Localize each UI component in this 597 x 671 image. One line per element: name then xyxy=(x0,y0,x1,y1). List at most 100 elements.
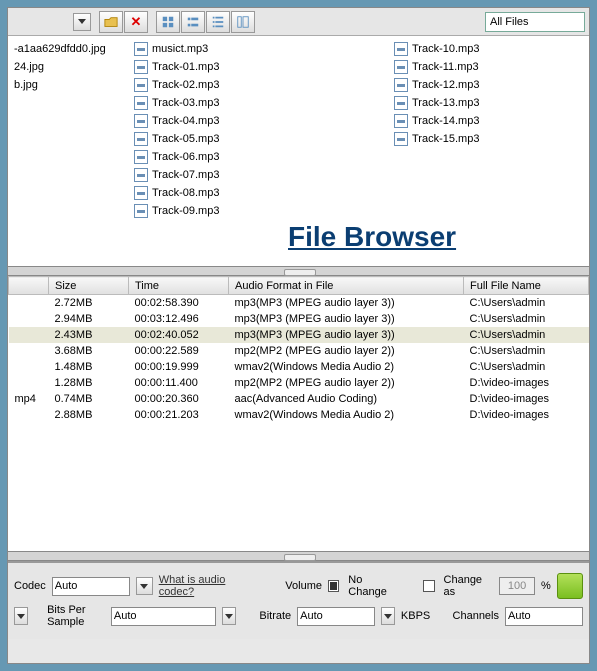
file-name: Track-10.mp3 xyxy=(412,43,479,55)
file-item[interactable]: Track-12.mp3 xyxy=(390,76,587,94)
file-item[interactable]: 24.jpg xyxy=(10,58,126,76)
file-item[interactable]: Track-08.mp3 xyxy=(130,184,386,202)
audio-file-icon xyxy=(134,132,148,146)
bitrate-dropdown-icon[interactable] xyxy=(381,607,395,625)
file-browser-pane: -a1aa629dfdd0.jpg24.jpgb.jpg musict.mp3T… xyxy=(8,36,589,266)
file-name: Track-06.mp3 xyxy=(152,151,219,163)
col-size[interactable]: Size xyxy=(49,277,129,295)
audio-file-icon xyxy=(134,96,148,110)
audio-file-icon xyxy=(394,78,408,92)
audio-file-icon xyxy=(134,168,148,182)
bps-select[interactable] xyxy=(111,607,216,626)
bps-dropdown-icon[interactable] xyxy=(222,607,236,625)
view-list-button[interactable] xyxy=(181,11,205,33)
file-item[interactable]: b.jpg xyxy=(10,76,126,94)
file-name: Track-13.mp3 xyxy=(412,97,479,109)
view-large-icons-button[interactable] xyxy=(156,11,180,33)
table-row[interactable]: 1.28MB00:00:11.400mp2(MP2 (MPEG audio la… xyxy=(9,375,589,391)
file-name: Track-09.mp3 xyxy=(152,205,219,217)
table-row[interactable]: 1.48MB00:00:19.999wmav2(Windows Media Au… xyxy=(9,359,589,375)
file-item[interactable]: Track-06.mp3 xyxy=(130,148,386,166)
col-time[interactable]: Time xyxy=(129,277,229,295)
file-item[interactable]: Track-03.mp3 xyxy=(130,94,386,112)
col-ext[interactable] xyxy=(9,277,49,295)
percent-symbol: % xyxy=(541,580,551,592)
channels-select[interactable] xyxy=(505,607,583,626)
nochange-radio[interactable] xyxy=(328,580,339,592)
file-item[interactable]: Track-13.mp3 xyxy=(390,94,587,112)
file-list-pane: Size Time Audio Format in File Full File… xyxy=(8,276,589,551)
audio-file-icon xyxy=(394,60,408,74)
changeas-label: Change as xyxy=(444,574,494,598)
file-name: Track-03.mp3 xyxy=(152,97,219,109)
file-name: Track-05.mp3 xyxy=(152,133,219,145)
splitter-handle[interactable] xyxy=(8,266,589,276)
codec-select[interactable] xyxy=(52,577,130,596)
bitrate-label: Bitrate xyxy=(259,610,291,622)
file-browser-label: File Browser xyxy=(288,221,456,253)
file-item[interactable]: Track-15.mp3 xyxy=(390,130,587,148)
file-name: Track-02.mp3 xyxy=(152,79,219,91)
audio-file-icon xyxy=(134,186,148,200)
file-item[interactable]: Track-02.mp3 xyxy=(130,76,386,94)
channels-label: Channels xyxy=(453,610,499,622)
audio-file-icon xyxy=(394,114,408,128)
row2-dropdown-icon[interactable] xyxy=(14,607,28,625)
toolbar: ✕ xyxy=(8,8,589,36)
file-name: 24.jpg xyxy=(14,61,44,73)
bitrate-select[interactable] xyxy=(297,607,375,626)
file-item[interactable]: Track-11.mp3 xyxy=(390,58,587,76)
file-item[interactable]: musict.mp3 xyxy=(130,40,386,58)
volume-percent-input[interactable] xyxy=(499,577,535,595)
file-item[interactable]: Track-14.mp3 xyxy=(390,112,587,130)
file-name: Track-11.mp3 xyxy=(412,61,479,73)
col-fullname[interactable]: Full File Name xyxy=(464,277,589,295)
audio-file-icon xyxy=(394,96,408,110)
file-name: Track-12.mp3 xyxy=(412,79,479,91)
audio-file-icon xyxy=(394,132,408,146)
table-row[interactable]: 2.43MB00:02:40.052mp3(MP3 (MPEG audio la… xyxy=(9,327,589,343)
convert-button[interactable] xyxy=(557,573,583,599)
file-name: Track-15.mp3 xyxy=(412,133,479,145)
file-name: Track-04.mp3 xyxy=(152,115,219,127)
file-name: b.jpg xyxy=(14,79,38,91)
table-row[interactable]: 2.94MB00:03:12.496mp3(MP3 (MPEG audio la… xyxy=(9,311,589,327)
file-name: Track-07.mp3 xyxy=(152,169,219,181)
audio-file-icon xyxy=(134,204,148,218)
controls-panel: Codec What is audio codec? Volume No Cha… xyxy=(8,561,589,639)
bps-label: Bits Per Sample xyxy=(47,604,105,628)
file-item[interactable]: Track-04.mp3 xyxy=(130,112,386,130)
table-row[interactable]: 3.68MB00:00:22.589mp2(MP2 (MPEG audio la… xyxy=(9,343,589,359)
file-item[interactable]: -a1aa629dfdd0.jpg xyxy=(10,40,126,58)
folder-up-button[interactable] xyxy=(99,11,123,33)
table-row[interactable]: 2.88MB00:00:21.203wmav2(Windows Media Au… xyxy=(9,407,589,423)
table-row[interactable]: mp40.74MB00:00:20.360aac(Advanced Audio … xyxy=(9,391,589,407)
view-details-button[interactable] xyxy=(206,11,230,33)
codec-dropdown-icon[interactable] xyxy=(136,577,153,595)
file-list-table: Size Time Audio Format in File Full File… xyxy=(8,276,589,423)
nochange-label: No Change xyxy=(348,574,400,598)
file-item[interactable]: Track-09.mp3 xyxy=(130,202,386,220)
table-row[interactable]: 2.72MB00:02:58.390mp3(MP3 (MPEG audio la… xyxy=(9,295,589,311)
file-item[interactable]: Track-01.mp3 xyxy=(130,58,386,76)
audio-file-icon xyxy=(134,60,148,74)
codec-label: Codec xyxy=(14,580,46,592)
file-item[interactable]: Track-07.mp3 xyxy=(130,166,386,184)
audio-file-icon xyxy=(394,42,408,56)
file-item[interactable]: Track-10.mp3 xyxy=(390,40,587,58)
file-name: Track-08.mp3 xyxy=(152,187,219,199)
file-filter-select[interactable] xyxy=(485,12,585,32)
audio-file-icon xyxy=(134,114,148,128)
changeas-checkbox[interactable] xyxy=(423,580,434,592)
audio-file-icon xyxy=(134,150,148,164)
volume-label: Volume xyxy=(285,580,322,592)
codec-help-link[interactable]: What is audio codec? xyxy=(159,574,257,598)
col-format[interactable]: Audio Format in File xyxy=(229,277,464,295)
delete-button[interactable]: ✕ xyxy=(124,11,148,33)
file-item[interactable]: Track-05.mp3 xyxy=(130,130,386,148)
file-name: -a1aa629dfdd0.jpg xyxy=(14,43,106,55)
splitter-handle-2[interactable] xyxy=(8,551,589,561)
view-columns-button[interactable] xyxy=(231,11,255,33)
history-dropdown[interactable] xyxy=(73,13,91,31)
audio-file-icon xyxy=(134,78,148,92)
